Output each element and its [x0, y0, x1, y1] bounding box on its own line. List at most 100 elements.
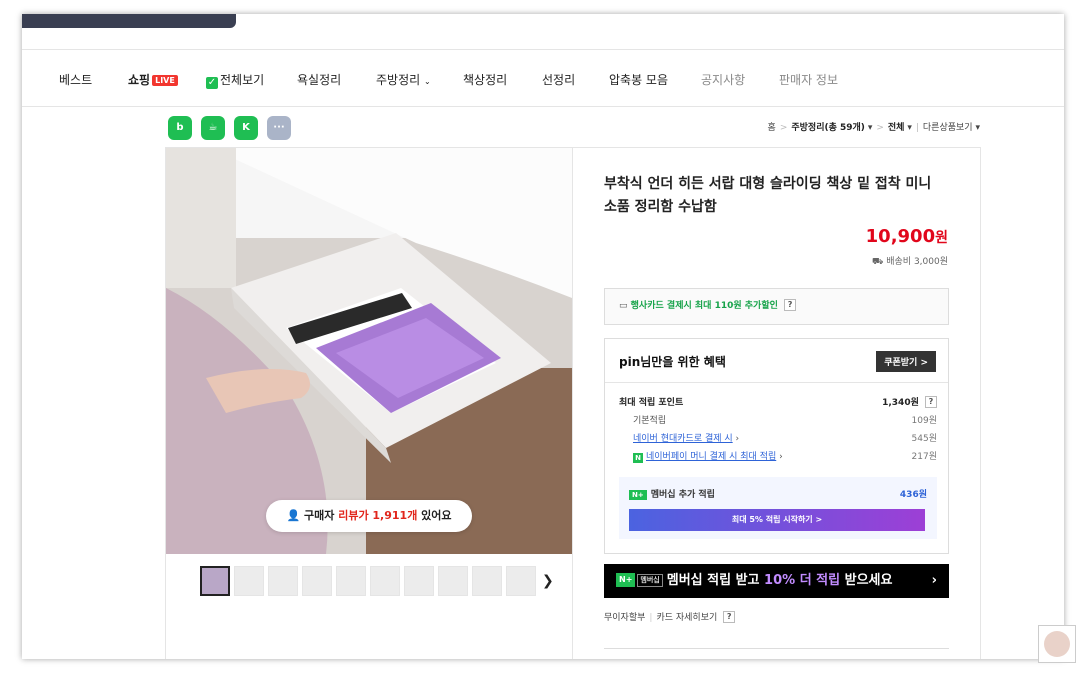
price-amount: 10,900	[865, 226, 936, 247]
point-row-npay-money[interactable]: N 네이버페이 머니 결제 시 최대 적립 › 217원	[619, 449, 937, 463]
shipping-text: 배송비 3,000원	[886, 257, 948, 267]
membership-badge: 멤버십	[637, 574, 663, 587]
thumbnail[interactable]	[200, 566, 230, 596]
page-frame: 베스트 쇼핑 LIVE ✓ 전체보기 욕실정리 주방정리 ⌄ 책상정리 선정리 압축…	[22, 14, 1064, 659]
point-link[interactable]: 네이버페이 머니 결제 시 최대 적립	[646, 452, 776, 462]
banner-text-a: 멤버십 적립 받고	[666, 573, 765, 588]
membership-label: N+ 멤버십 추가 적립	[629, 487, 715, 500]
top-accent-bar	[22, 14, 236, 28]
benefit-heading: pin님만을 위한 혜택	[619, 355, 726, 369]
review-count-pill[interactable]: 👤 구매자 리뷰가 1,911개 있어요	[266, 500, 472, 532]
product-title: 부착식 언더 히든 서랍 대형 슬라이딩 책상 밑 접착 미니 소품 정리함 수…	[604, 176, 932, 215]
product-box: 👤 구매자 리뷰가 1,911개 있어요 ❯ 부착식 언더 히든 서랍 대형 슬…	[165, 147, 981, 659]
breadcrumb-category[interactable]: 주방정리(총 59개)	[791, 123, 865, 133]
shipping-fee: ⛟ 배송비 3,000원	[872, 254, 948, 268]
breadcrumb: 홈 > 주방정리(총 59개) ▾ > 전체 ▾ | 다른상품보기 ▾	[767, 123, 980, 133]
point-value: 109원	[911, 416, 937, 426]
coupon-button[interactable]: 쿠폰받기 >	[876, 351, 936, 372]
chevron-down-icon: ⌄	[424, 77, 431, 86]
thumbnail[interactable]	[438, 566, 468, 596]
nav-desk[interactable]: 책상정리	[463, 71, 507, 88]
breadcrumb-filter[interactable]: 전체	[888, 123, 905, 133]
card-icon: ▭	[619, 301, 628, 311]
nav-shopping-label: 쇼핑	[128, 73, 151, 87]
nav-shopping-live[interactable]: 쇼핑 LIVE	[128, 71, 178, 88]
divider	[604, 648, 949, 649]
card-benefit-text: 행사카드 결제시 최대 110원 추가할인	[630, 301, 778, 311]
breadcrumb-other[interactable]: 다른상품보기	[923, 123, 973, 133]
cafe-share-icon[interactable]: ☕	[201, 116, 225, 140]
caret-down-icon: ▾	[975, 123, 980, 133]
nplus-icon: N+	[616, 573, 636, 587]
benefit-box: pin님만을 위한 혜택 쿠폰받기 > 최대 적립 포인트 1,340원 ? 기…	[604, 338, 949, 554]
thumbnail[interactable]	[404, 566, 434, 596]
user-icon: 👤	[286, 509, 301, 522]
membership-start-button[interactable]: 최대 5% 적립 시작하기 >	[629, 509, 925, 531]
nav-kitchen[interactable]: 주방정리 ⌄	[376, 71, 431, 88]
nav-all[interactable]: ✓ 전체보기	[206, 71, 264, 89]
nav-tension-rod[interactable]: 압축봉 모음	[609, 71, 668, 88]
point-value: 545원	[911, 434, 937, 444]
caret-down-icon: ▾	[907, 123, 912, 133]
max-points-value: 1,340원 ?	[882, 395, 937, 408]
nplus-icon: N+	[629, 490, 647, 500]
chevron-right-icon: ›	[931, 573, 937, 588]
floating-profile-button[interactable]	[1038, 625, 1076, 663]
card-benefit-banner[interactable]: ▭ 행사카드 결제시 최대 110원 추가할인 ?	[604, 288, 949, 325]
checkbox-icon: ✓	[206, 77, 218, 89]
membership-banner[interactable]: N+ 멤버십 멤버십 적립 받고 10% 더 적립 받으세요 ›	[604, 564, 949, 598]
avatar	[1044, 631, 1070, 657]
blog-share-icon[interactable]: b	[168, 116, 192, 140]
banner-text-b: 받으세요	[840, 573, 893, 588]
category-nav: 베스트 쇼핑 LIVE ✓ 전체보기 욕실정리 주방정리 ⌄ 책상정리 선정리 압축…	[22, 49, 1064, 107]
nav-bathroom[interactable]: 욕실정리	[297, 71, 341, 88]
nav-all-label: 전체보기	[220, 73, 265, 87]
keep-share-icon[interactable]: K	[234, 116, 258, 140]
chevron-right-icon: ›	[735, 434, 740, 444]
product-photo	[166, 148, 572, 554]
installment-row: 무이자할부 | 카드 자세히보기 ?	[604, 610, 736, 623]
thumbnail[interactable]	[302, 566, 332, 596]
caret-down-icon: ▾	[867, 123, 873, 133]
thumbnail[interactable]	[370, 566, 400, 596]
installment-label: 무이자할부	[604, 613, 646, 623]
nav-notice[interactable]: 공지사항	[701, 71, 745, 88]
membership-label-text: 멤버십 추가 적립	[650, 490, 715, 500]
nav-seller-info[interactable]: 판매자 정보	[779, 71, 838, 88]
point-row-hyundai-card[interactable]: 네이버 현대카드로 결제 시 › 545원	[619, 431, 937, 444]
product-info-panel: 부착식 언더 히든 서랍 대형 슬라이딩 책상 밑 접착 미니 소품 정리함 수…	[572, 148, 980, 659]
banner-text-highlight: 10% 더 적립	[764, 573, 841, 588]
help-icon[interactable]: ?	[784, 299, 797, 311]
review-prefix: 구매자	[304, 509, 335, 522]
help-icon[interactable]: ?	[925, 396, 937, 408]
nav-kitchen-label: 주방정리	[376, 73, 421, 87]
divider	[605, 382, 948, 383]
product-main-image[interactable]: 👤 구매자 리뷰가 1,911개 있어요	[166, 148, 572, 554]
thumbnail[interactable]	[268, 566, 298, 596]
thumbnail[interactable]	[472, 566, 502, 596]
product-price: 10,900원	[866, 226, 948, 247]
help-icon[interactable]: ?	[723, 611, 736, 623]
membership-box: N+ 멤버십 추가 적립 436원 최대 5% 적립 시작하기 >	[619, 477, 937, 539]
thumbnail[interactable]	[506, 566, 536, 596]
thumbnail[interactable]	[336, 566, 366, 596]
more-share-icon[interactable]: ···	[267, 116, 291, 140]
point-value: 217원	[911, 452, 937, 462]
point-label: 기본적립	[633, 416, 667, 426]
live-badge: LIVE	[152, 75, 178, 86]
point-link[interactable]: 네이버 현대카드로 결제 시	[633, 434, 733, 444]
point-row-basic: 기본적립 109원	[619, 413, 937, 426]
chevron-right-icon[interactable]: ❯	[542, 573, 554, 589]
coupon-button-label: 쿠폰받기	[884, 358, 918, 368]
nav-best[interactable]: 베스트	[59, 71, 92, 88]
truck-icon: ⛟	[872, 257, 884, 267]
npay-icon: N	[633, 453, 643, 463]
card-detail-link[interactable]: 카드 자세히보기	[656, 613, 717, 623]
thumbnail[interactable]	[234, 566, 264, 596]
max-points-row: 최대 적립 포인트 1,340원 ?	[619, 395, 937, 408]
max-points-label: 최대 적립 포인트	[619, 398, 684, 408]
membership-value: 436원	[899, 490, 927, 500]
review-highlight: 리뷰가 1,911개	[338, 509, 418, 522]
breadcrumb-home[interactable]: 홈	[768, 123, 776, 133]
nav-cable[interactable]: 선정리	[542, 71, 575, 88]
